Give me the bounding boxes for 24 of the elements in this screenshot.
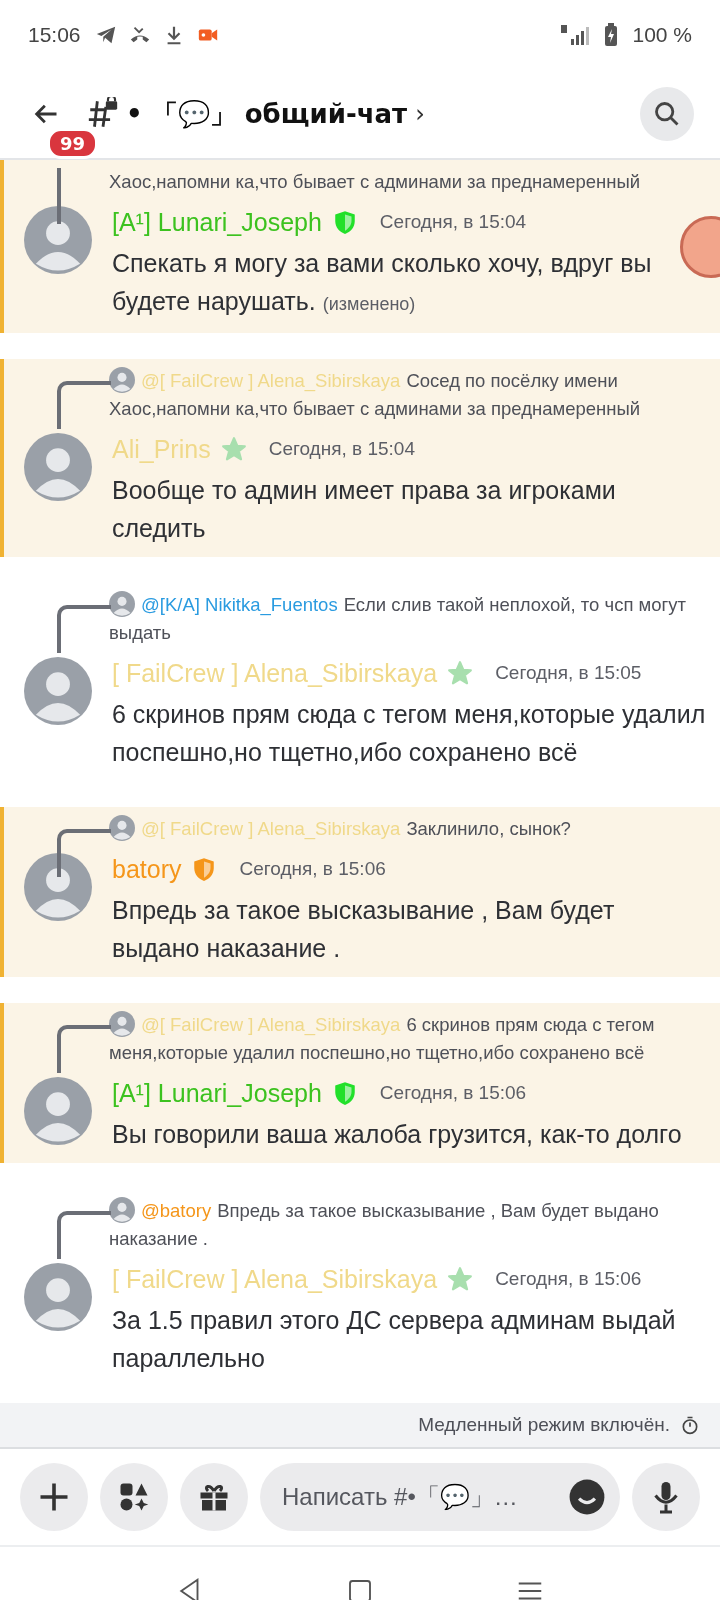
timestamp: Сегодня, в 15:04: [379, 211, 527, 233]
chevron[interactable]: ›: [415, 100, 425, 128]
timestamp: Сегодня, в 15:05: [495, 662, 642, 684]
message-text: Вы говорили ваша жалоба грузится, как-то долго: [112, 1119, 683, 1150]
timestamp: Сегодня, в 15:06: [495, 1268, 642, 1290]
message-text: Вообще то админ имеет права за игроками следить: [112, 475, 617, 544]
reply-preview[interactable]: @[ FailCrew ] Alena_Sibirskaya Сосед по посёлку имени Хаос,напомни ка,что бывает с админами за преднамеренный: [109, 367, 706, 423]
message-text: Впредь за такое высказывание , Вам будет выдано наказание .: [112, 895, 616, 964]
message-text: 6 скринов прям сюда с тегом меня,которые удалил поспешно,но тщетно,ибо сохранено всё: [112, 699, 706, 768]
message-input[interactable]: Написать #•「💬」…: [260, 1463, 620, 1531]
message-text: Спекать я могу за вами сколько хочу, вдруг вы будете нарушать. (изменено): [112, 248, 653, 317]
reply-preview[interactable]: @[ FailCrew ] Alena_Sibirskaya Заклинило, сынок?: [109, 815, 571, 843]
reply-preview[interactable]: @[K/A] Nikitka_Fuentos Если слив такой неплохой, то чсп могут выдать: [109, 591, 706, 647]
message-text: За 1.5 правил этого ДС сервера админам выдай параллельно: [112, 1305, 677, 1374]
channel-name[interactable]: • 「💬」 общий-чат: [126, 96, 408, 132]
slow-mode-notice: Медленный режим включён.: [418, 1414, 670, 1436]
timestamp: Сегодня, в 15:06: [379, 1082, 527, 1104]
reply-preview[interactable]: Хаос,напомни ка,что бывает с админами за преднамеренный: [109, 168, 641, 196]
reply-preview[interactable]: @batory Впредь за такое высказывание , Вам будет выдано наказание .: [109, 1197, 706, 1253]
timestamp: Сегодня, в 15:04: [268, 438, 415, 460]
reply-preview[interactable]: @[ FailCrew ] Alena_Sibirskaya 6 скринов прям сюда с тегом меня,которые удалил поспешно,но тщетно,ибо сохранено всё: [109, 1011, 706, 1067]
battery-level: 100 %: [632, 23, 692, 47]
timestamp: Сегодня, в 15:06: [239, 858, 386, 880]
clock: 15:06: [28, 23, 81, 47]
